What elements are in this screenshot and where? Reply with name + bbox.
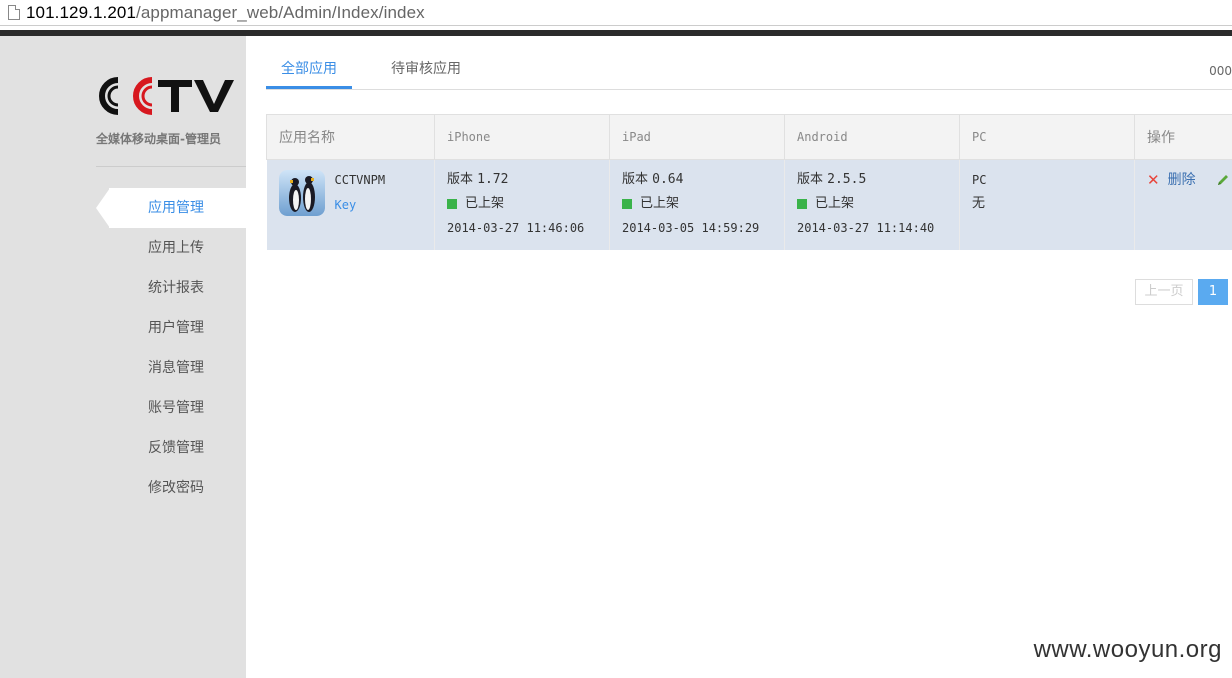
- ipad-version: 0.64: [652, 172, 684, 187]
- tab-all-apps[interactable]: 全部应用: [266, 52, 352, 89]
- android-version-label: 版本: [797, 172, 824, 187]
- col-pc: PC: [959, 114, 1135, 160]
- url-host: 101.129.1.201: [26, 2, 137, 22]
- iphone-cell: 版本 1.72 已上架 2014-03-27 11:46:06: [434, 159, 610, 250]
- status-green-icon: [797, 199, 807, 209]
- sidebar-item-app-management[interactable]: 应用管理: [95, 188, 246, 228]
- app-name: CCTVNPM: [334, 173, 386, 187]
- prev-page-button[interactable]: 上一页: [1135, 279, 1193, 305]
- ipad-version-label: 版本: [622, 172, 649, 187]
- iphone-version-label: 版本: [447, 172, 474, 187]
- delete-link[interactable]: 删除: [1168, 172, 1196, 188]
- edit-pencil-icon[interactable]: [1216, 173, 1230, 187]
- sidebar-item-statistics[interactable]: 统计报表: [96, 268, 246, 308]
- tab-pending-apps[interactable]: 待审核应用: [378, 52, 474, 89]
- app-name-cell: CCTVNPM Key: [266, 159, 435, 250]
- sidebar-item-app-upload[interactable]: 应用上传: [96, 228, 246, 268]
- table-row: CCTVNPM Key 版本 1.72 已上架 2014-03-27 11:46…: [266, 159, 1232, 250]
- android-date: 2014-03-27 11:14:40: [797, 221, 935, 235]
- sidebar-item-message-management[interactable]: 消息管理: [96, 348, 246, 388]
- iphone-date: 2014-03-27 11:46:06: [447, 221, 585, 235]
- col-ipad: iPad: [609, 114, 785, 160]
- col-iphone: iPhone: [434, 114, 610, 160]
- cctv-logo: [99, 77, 234, 115]
- sidebar-nav: 应用管理 应用上传 统计报表 用户管理 消息管理 账号管理 反馈管理 修改密码: [95, 188, 246, 508]
- ipad-status: 已上架: [640, 196, 680, 211]
- iphone-version: 1.72: [477, 172, 509, 187]
- iphone-status: 已上架: [465, 196, 505, 211]
- col-android: Android: [784, 114, 960, 160]
- col-app-name: 应用名称: [266, 114, 435, 160]
- page-1-button[interactable]: 1: [1198, 279, 1228, 305]
- watermark: www.wooyun.org: [1033, 636, 1222, 663]
- status-green-icon: [447, 199, 457, 209]
- tab-bar: 全部应用 待审核应用 000: [266, 52, 1232, 90]
- status-green-icon: [622, 199, 632, 209]
- android-status: 已上架: [815, 196, 855, 211]
- android-version: 2.5.5: [827, 172, 867, 187]
- ipad-date: 2014-03-05 14:59:29: [622, 221, 760, 235]
- tab-corner-text: 000: [1209, 64, 1232, 78]
- url-path: /appmanager_web/Admin/Index/index: [136, 2, 425, 22]
- sidebar-divider: [96, 166, 246, 167]
- sidebar-item-user-management[interactable]: 用户管理: [96, 308, 246, 348]
- sidebar-item-feedback-management[interactable]: 反馈管理: [96, 428, 246, 468]
- app-key-link[interactable]: Key: [335, 198, 386, 212]
- pc-status: 无: [972, 196, 986, 211]
- operations-cell: ✕ 删除: [1134, 159, 1232, 250]
- android-cell: 版本 2.5.5 已上架 2014-03-27 11:14:40: [784, 159, 960, 250]
- brand-subtitle: 全媒体移动桌面-管理员: [96, 132, 221, 146]
- sidebar-item-account-management[interactable]: 账号管理: [96, 388, 246, 428]
- address-bar[interactable]: 101.129.1.201/appmanager_web/Admin/Index…: [0, 0, 1232, 26]
- pc-cell: PC 无: [959, 159, 1135, 250]
- page-icon: [8, 5, 20, 20]
- delete-x-icon[interactable]: ✕: [1147, 172, 1160, 188]
- pc-label: PC: [972, 173, 987, 187]
- ipad-cell: 版本 0.64 已上架 2014-03-05 14:59:29: [609, 159, 785, 250]
- main-content: 全部应用 待审核应用 000 应用名称 iPhone iPad Android …: [246, 52, 1232, 678]
- url-text[interactable]: 101.129.1.201/appmanager_web/Admin/Index…: [26, 3, 425, 23]
- sidebar-item-change-password[interactable]: 修改密码: [96, 468, 246, 508]
- pagination: 上一页 1: [1135, 279, 1228, 305]
- apps-table: 应用名称 iPhone iPad Android PC 操作 CCTVNPM K…: [266, 114, 1232, 250]
- app-penguin-icon: [278, 170, 325, 216]
- table-header-row: 应用名称 iPhone iPad Android PC 操作: [266, 114, 1232, 160]
- col-operations: 操作: [1134, 114, 1232, 160]
